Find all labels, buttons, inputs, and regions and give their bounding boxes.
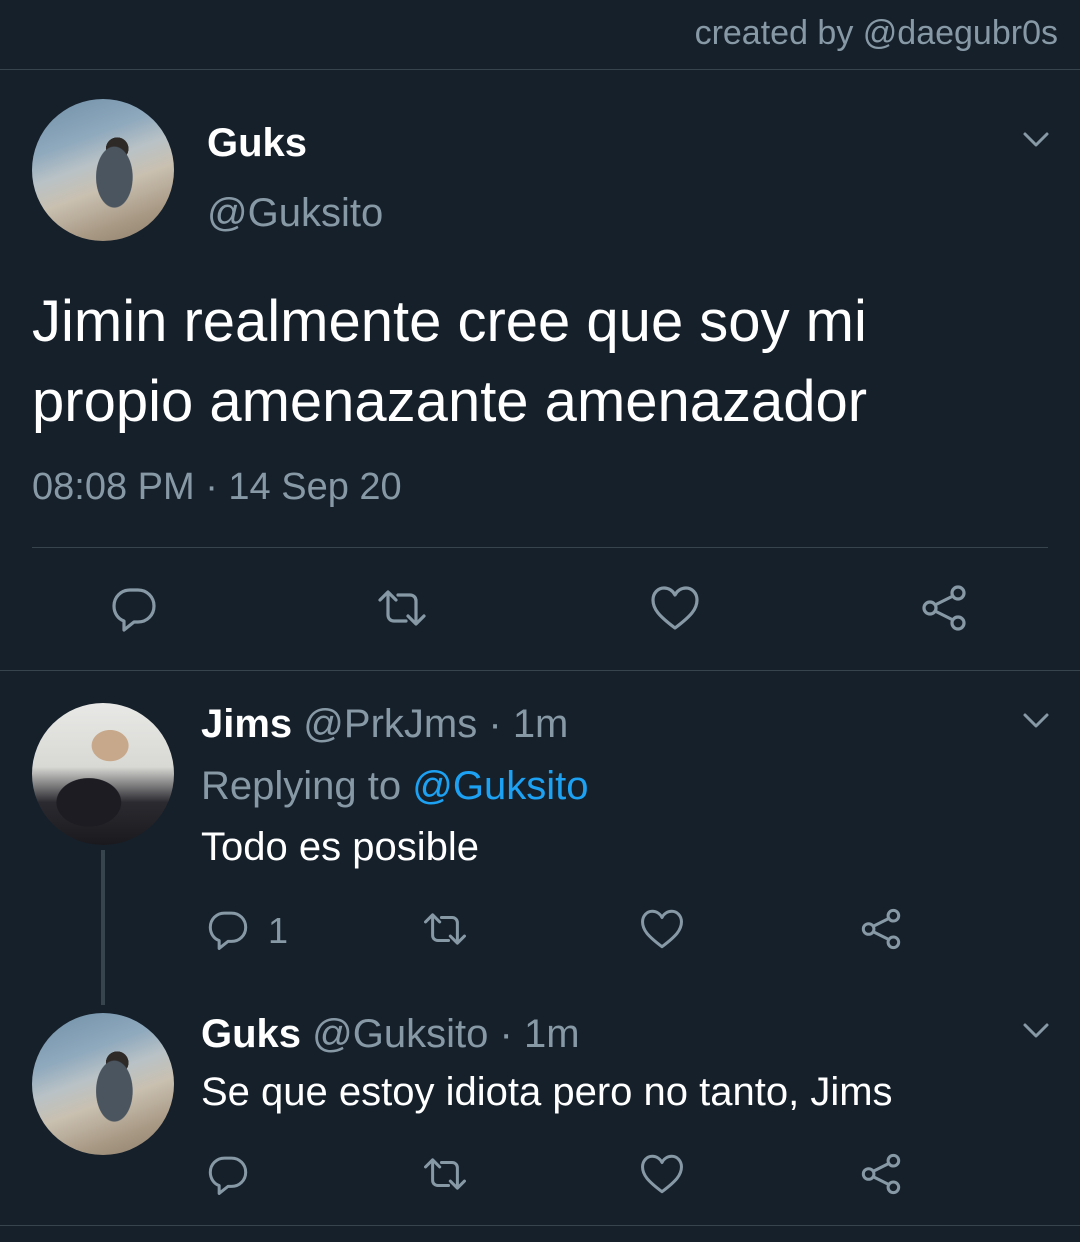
author-handle[interactable]: @Guksito bbox=[207, 191, 383, 236]
tweet-text: Jimin realmente cree que soy mi propio a… bbox=[32, 282, 1042, 442]
retweet-icon[interactable] bbox=[422, 1151, 468, 1197]
retweet-icon[interactable] bbox=[376, 582, 428, 634]
meta-divider bbox=[32, 547, 1048, 548]
tweet-text-line: Jimin realmente cree que soy mi bbox=[32, 289, 867, 354]
credit-text: created by @daegubr0s bbox=[694, 14, 1058, 52]
reply-time: 1m bbox=[523, 1012, 580, 1056]
separator-dot: · bbox=[488, 702, 502, 746]
top-divider bbox=[0, 69, 1080, 70]
like-icon[interactable] bbox=[639, 906, 685, 952]
reply-icon[interactable] bbox=[205, 906, 251, 952]
reply-text: Se que estoy idiota pero no tanto, Jims bbox=[201, 1070, 893, 1114]
reply-header: Jims @PrkJms · 1m bbox=[201, 702, 568, 747]
separator-dot: · bbox=[499, 1012, 513, 1056]
replying-to-label: Replying to bbox=[201, 764, 413, 808]
reply-time: 1m bbox=[512, 702, 569, 746]
replying-to: Replying to @Guksito bbox=[201, 764, 588, 809]
like-icon[interactable] bbox=[649, 582, 701, 634]
reply-icon[interactable] bbox=[108, 582, 160, 634]
reply-author-handle[interactable]: @PrkJms bbox=[303, 702, 477, 746]
chevron-down-icon[interactable] bbox=[1018, 702, 1054, 738]
reply-author-name[interactable]: Jims bbox=[201, 702, 292, 746]
avatar[interactable] bbox=[32, 99, 174, 241]
share-icon[interactable] bbox=[858, 1151, 904, 1197]
avatar[interactable] bbox=[32, 703, 174, 845]
replying-to-link[interactable]: @Guksito bbox=[412, 764, 588, 808]
reply-author-handle[interactable]: @Guksito bbox=[312, 1012, 488, 1056]
chevron-down-icon[interactable] bbox=[1018, 1012, 1054, 1048]
author-name[interactable]: Guks bbox=[207, 121, 307, 166]
share-icon[interactable] bbox=[918, 582, 970, 634]
thread-line bbox=[101, 850, 105, 1005]
reply-header: Guks @Guksito · 1m bbox=[201, 1012, 580, 1057]
retweet-icon[interactable] bbox=[422, 906, 468, 952]
tweet-text-line: propio amenazante amenazador bbox=[32, 369, 868, 434]
chevron-down-icon[interactable] bbox=[1018, 121, 1054, 157]
actions-divider bbox=[0, 670, 1080, 671]
share-icon[interactable] bbox=[858, 906, 904, 952]
avatar[interactable] bbox=[32, 1013, 174, 1155]
reply-count: 1 bbox=[268, 910, 289, 951]
bottom-divider bbox=[0, 1225, 1080, 1226]
reply-author-name[interactable]: Guks bbox=[201, 1012, 301, 1056]
reply-text: Todo es posible bbox=[201, 825, 479, 869]
like-icon[interactable] bbox=[639, 1151, 685, 1197]
tweet-timestamp: 08:08 PM · 14 Sep 20 bbox=[32, 466, 402, 508]
reply-icon[interactable] bbox=[205, 1151, 251, 1197]
